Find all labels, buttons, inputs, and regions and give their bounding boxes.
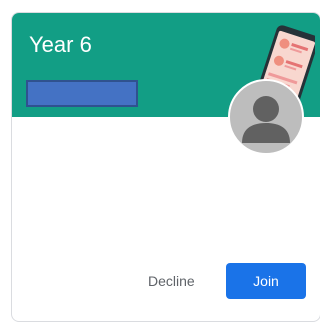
default-person-avatar-icon	[228, 79, 304, 155]
redacted-teacher-name	[26, 80, 138, 107]
card-actions: Decline Join	[12, 263, 320, 303]
join-button[interactable]: Join	[226, 263, 306, 299]
class-title: Year 6	[29, 32, 92, 57]
decline-button[interactable]: Decline	[140, 263, 203, 299]
class-invite-card: Year 6 Decline Join	[11, 12, 320, 322]
